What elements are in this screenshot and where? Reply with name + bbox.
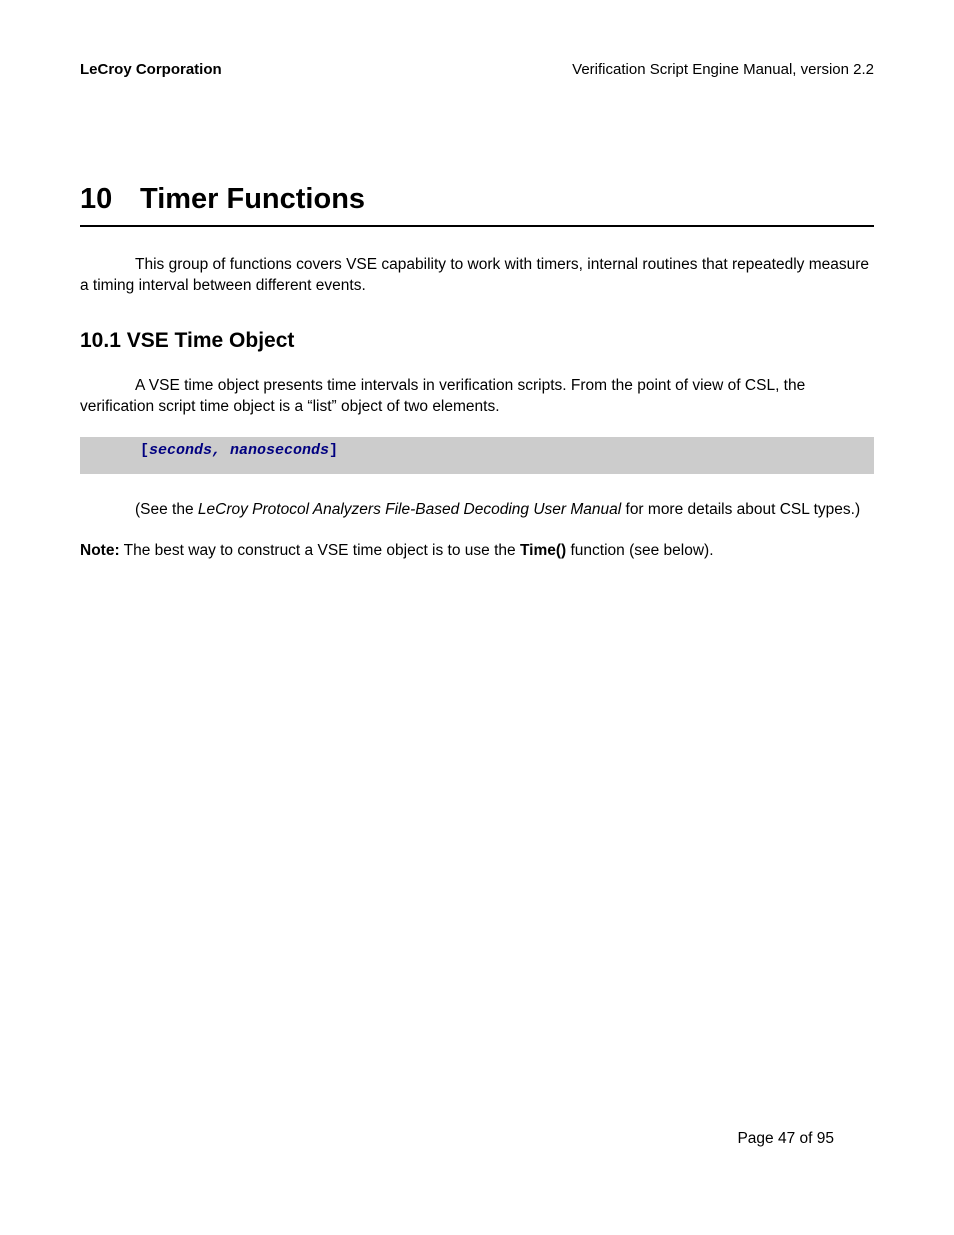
code-block: [seconds, nanoseconds] [80, 437, 874, 473]
note-pre: The best way to construct a VSE time obj… [120, 542, 520, 559]
header-right: Verification Script Engine Manual, versi… [572, 60, 874, 80]
note-post: function (see below). [566, 542, 713, 559]
intro-paragraph: This group of functions covers VSE capab… [80, 255, 874, 297]
note-label: Note: [80, 542, 120, 559]
code-close-bracket: ] [329, 442, 338, 459]
see-manual-title: LeCroy Protocol Analyzers File-Based Dec… [198, 501, 621, 518]
code-open-bracket: [ [140, 442, 149, 459]
code-line: [seconds, nanoseconds] [80, 441, 874, 461]
header-left: LeCroy Corporation [80, 60, 222, 80]
page-footer: Page 47 of 95 [737, 1129, 834, 1150]
note-paragraph: Note: The best way to construct a VSE ti… [80, 541, 874, 562]
see-pre: (See the [135, 501, 198, 518]
section-heading: 10.1 VSE Time Object [80, 327, 874, 355]
chapter-title: Timer Functions [140, 180, 365, 219]
chapter-heading: 10 Timer Functions [80, 180, 874, 227]
see-post: for more details about CSL types.) [621, 501, 860, 518]
page: LeCroy Corporation Verification Script E… [0, 0, 954, 1235]
chapter-number: 10 [80, 180, 140, 219]
see-paragraph: (See the LeCroy Protocol Analyzers File-… [80, 500, 874, 521]
note-func: Time() [520, 542, 566, 559]
section-paragraph: A VSE time object presents time interval… [80, 376, 874, 418]
code-body: seconds, nanoseconds [149, 442, 329, 459]
running-header: LeCroy Corporation Verification Script E… [80, 60, 874, 80]
